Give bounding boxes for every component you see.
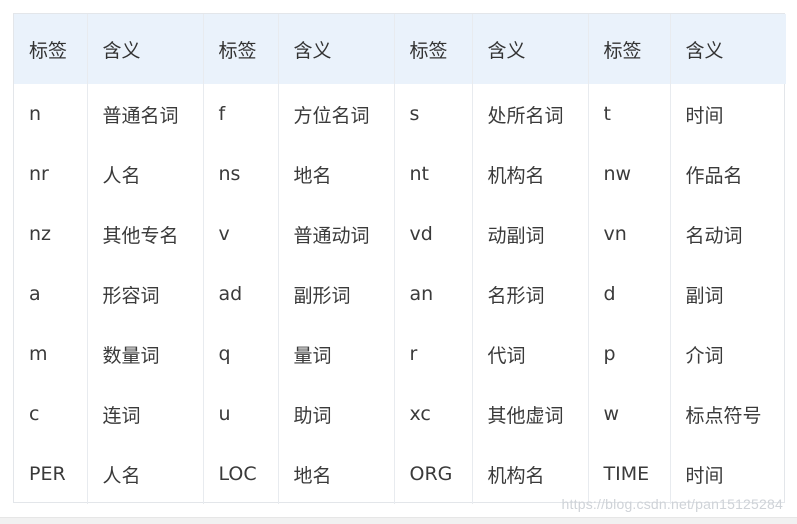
table-cell: 代词	[472, 324, 589, 384]
table-cell: 其他虚词	[472, 384, 589, 444]
header-tag-1: 标签	[14, 14, 88, 84]
table-cell: an	[394, 264, 473, 324]
table-cell: vd	[394, 204, 473, 264]
table-cell: 形容词	[87, 264, 204, 324]
table-cell: 普通动词	[278, 204, 395, 264]
table-cell: vn	[588, 204, 671, 264]
watermark-text: https://blog.csdn.net/pan15125284	[561, 496, 783, 512]
table-cell: 其他专名	[87, 204, 204, 264]
table-cell: t	[588, 84, 671, 144]
table-cell: 机构名	[472, 444, 589, 504]
table-cell: u	[203, 384, 279, 444]
table-cell: ad	[203, 264, 279, 324]
table-cell: nr	[14, 144, 88, 204]
table-cell: 名形词	[472, 264, 589, 324]
table-body: n 普通名词 f 方位名词 s 处所名词 t 时间 nr 人名 ns 地名 nt…	[14, 84, 786, 504]
table-row: c 连词 u 助词 xc 其他虚词 w 标点符号	[14, 384, 786, 444]
table-cell: p	[588, 324, 671, 384]
header-tag-3: 标签	[394, 14, 473, 84]
header-meaning-4: 含义	[685, 39, 724, 62]
table-cell: c	[14, 384, 88, 444]
table-cell: PER	[14, 444, 88, 504]
table-row: a 形容词 ad 副形词 an 名形词 d 副词	[14, 264, 786, 324]
table-cell: 动副词	[472, 204, 589, 264]
table-cell: w	[588, 384, 671, 444]
table-cell: 量词	[278, 324, 395, 384]
table-cell: 标点符号	[685, 404, 762, 427]
pos-tag-table-container: 标签 含义 标签 含义 标签 含义 标签 含义 n 普通名词 f 方位名词 s …	[13, 13, 786, 504]
table-cell: 介词	[685, 344, 724, 367]
table-cell: LOC	[203, 444, 279, 504]
table-cell: f	[203, 84, 279, 144]
table-cell: r	[394, 324, 473, 384]
table-cell: nt	[394, 144, 473, 204]
table-cell: 人名	[87, 144, 204, 204]
table-cell: nz	[14, 204, 88, 264]
table-cell: m	[14, 324, 88, 384]
table-cell: 连词	[87, 384, 204, 444]
table-cell: 机构名	[472, 144, 589, 204]
table-cell: 地名	[278, 144, 395, 204]
table-row: n 普通名词 f 方位名词 s 处所名词 t 时间	[14, 84, 786, 144]
table-cell: xc	[394, 384, 473, 444]
pos-tag-table: 标签 含义 标签 含义 标签 含义 标签 含义 n 普通名词 f 方位名词 s …	[14, 14, 786, 504]
table-cell: 名动词	[685, 224, 743, 247]
table-cell: TIME	[588, 444, 671, 504]
table-cell: q	[203, 324, 279, 384]
table-cell: d	[588, 264, 671, 324]
table-cell: 助词	[278, 384, 395, 444]
table-row: nz 其他专名 v 普通动词 vd 动副词 vn 名动词	[14, 204, 786, 264]
header-meaning-2: 含义	[278, 14, 395, 84]
table-row: m 数量词 q 量词 r 代词 p 介词	[14, 324, 786, 384]
table-cell: v	[203, 204, 279, 264]
table-row: nr 人名 ns 地名 nt 机构名 nw 作品名	[14, 144, 786, 204]
table-cell: 副词	[685, 284, 724, 307]
table-cell: 副形词	[278, 264, 395, 324]
bottom-divider	[0, 517, 797, 524]
table-row: PER 人名 LOC 地名 ORG 机构名 TIME 时间	[14, 444, 786, 504]
table-cell: 地名	[278, 444, 395, 504]
header-tag-2: 标签	[203, 14, 279, 84]
table-cell: nw	[588, 144, 671, 204]
table-cell: 方位名词	[278, 84, 395, 144]
table-cell: a	[14, 264, 88, 324]
header-meaning-1: 含义	[87, 14, 204, 84]
table-cell: 普通名词	[87, 84, 204, 144]
table-cell: ORG	[394, 444, 473, 504]
table-cell: 作品名	[685, 164, 743, 187]
table-cell: ns	[203, 144, 279, 204]
table-cell: s	[394, 84, 473, 144]
table-header: 标签 含义 标签 含义 标签 含义 标签 含义	[14, 14, 786, 84]
table-cell: 数量词	[87, 324, 204, 384]
header-tag-4: 标签	[588, 14, 671, 84]
table-cell: 时间	[685, 104, 724, 127]
table-cell: 处所名词	[472, 84, 589, 144]
table-cell: 人名	[87, 444, 204, 504]
table-cell: 时间	[685, 464, 724, 487]
table-cell: n	[14, 84, 88, 144]
header-meaning-3: 含义	[472, 14, 589, 84]
header-row: 标签 含义 标签 含义 标签 含义 标签 含义	[14, 14, 786, 84]
